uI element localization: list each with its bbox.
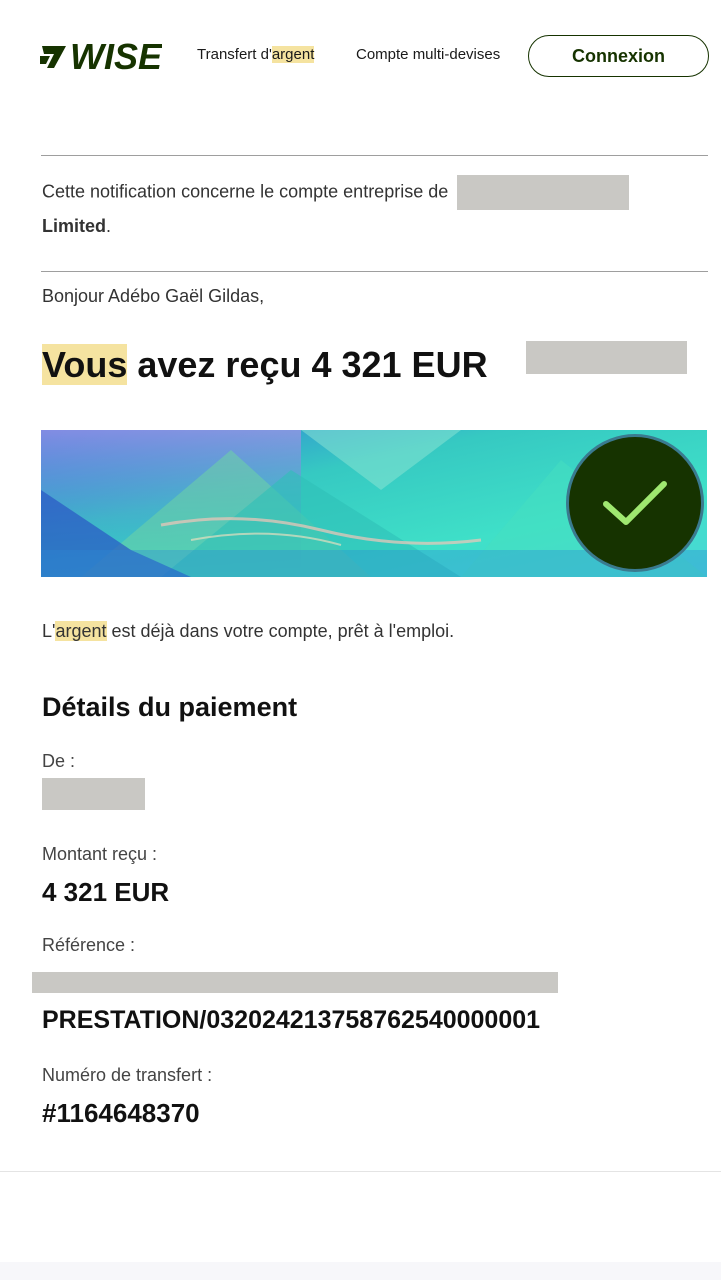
from-label: De : — [42, 751, 76, 771]
amount-value: 4 321 EUR — [42, 877, 170, 907]
wise-flag-logo-icon: WISE — [40, 38, 162, 74]
nav-transfer-prefix: Transfert d' — [197, 46, 272, 63]
divider — [41, 155, 708, 156]
notice-text: Cette notification concerne le compte en… — [42, 181, 449, 202]
notice-company-suffix: Limited — [42, 216, 107, 236]
wise-logo[interactable]: WISE — [40, 38, 162, 74]
login-button[interactable]: Connexion — [528, 35, 709, 77]
nav-multi-currency[interactable]: Compte multi-devises — [356, 46, 500, 63]
notice-period: . — [106, 216, 112, 236]
redacted-sender — [42, 778, 145, 810]
nav-transfer-highlight: argent — [271, 46, 315, 63]
amount-label: Montant reçu : — [42, 844, 158, 864]
headline-highlight: Vous — [42, 344, 128, 385]
divider — [41, 271, 708, 272]
nav-transfer-money[interactable]: Transfert d'argent — [197, 46, 315, 63]
reference-value: PRESTATION/03202421375876254000000​1 — [42, 1006, 541, 1034]
greeting: Bonjour Adébo Gaël Gildas, — [42, 286, 265, 306]
footer-divider — [0, 1171, 721, 1172]
redacted-company-name — [457, 175, 630, 210]
status-message: L'argent est déjà dans votre compte, prê… — [42, 621, 454, 642]
status-highlight: argent — [55, 621, 107, 641]
transfer-number-label: Numéro de transfert : — [42, 1065, 213, 1085]
status-rest: est déjà dans votre compte, prêt à l'emp… — [111, 621, 455, 641]
transfer-number-value: #1164648370 — [42, 1098, 200, 1128]
success-badge — [566, 434, 704, 572]
status-prefix: L' — [42, 621, 56, 641]
business-account-notice: Cette notification concerne le compte en… — [42, 175, 682, 242]
reference-label: Référence : — [42, 935, 136, 955]
svg-text:WISE: WISE — [70, 38, 162, 74]
checkmark-icon — [603, 481, 667, 525]
redacted-reference-line — [32, 972, 558, 993]
redacted-sender-name — [526, 341, 687, 374]
footer-strip — [0, 1262, 721, 1280]
payment-details-title: Détails du paiement — [42, 692, 298, 722]
headline-rest: avez reçu 4 321 EUR — [137, 344, 488, 385]
header: WISE Transfert d'argent Compte multi-dev… — [0, 0, 721, 110]
